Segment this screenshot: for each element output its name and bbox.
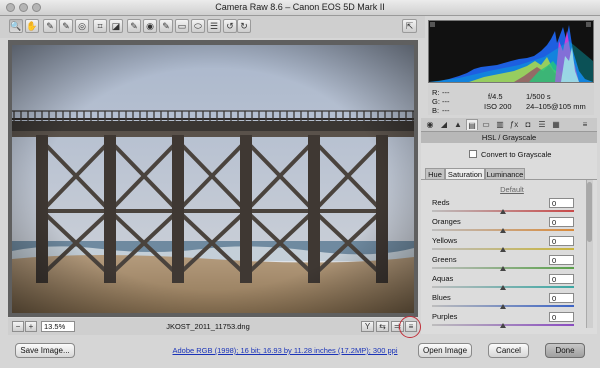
snapshots-panel-icon[interactable]: ▦ [550, 119, 562, 130]
tab-luminance[interactable]: Luminance [485, 168, 525, 179]
slider-label-oranges: Oranges [432, 217, 461, 226]
slider-thumb-reds[interactable] [500, 209, 506, 214]
panel-tabs: ◉ ◢ ▲ ▤ ▭ ▥ ƒx ◘ ☰ ▦ ≡ [421, 118, 597, 132]
b-label: B: [432, 106, 440, 115]
hsl-panel-icon[interactable]: ▤ [466, 119, 478, 130]
slider-label-purples: Purples [432, 312, 458, 321]
slider-label-blues: Blues [432, 293, 451, 302]
split-toning-panel-icon[interactable]: ▭ [480, 119, 492, 130]
filename-label: JKOST_2011_11753.dng [166, 322, 250, 331]
crop-tool-icon[interactable]: ⌗ [93, 19, 107, 33]
tone-curve-panel-icon[interactable]: ◢ [438, 119, 450, 130]
save-image-button[interactable]: Save Image... [15, 343, 75, 358]
r-value: --- [442, 88, 450, 97]
slider-label-reds: Reds [432, 198, 450, 207]
lens-value: 24–105@105 mm [526, 102, 586, 111]
tab-hue[interactable]: Hue [425, 168, 445, 179]
title-bar: Camera Raw 8.6 – Canon EOS 5D Mark II [0, 0, 600, 16]
fullscreen-toggle-icon[interactable]: ⇱ [402, 19, 417, 33]
convert-grayscale-label: Convert to Grayscale [481, 150, 552, 159]
tab-saturation[interactable]: Saturation [445, 168, 485, 179]
color-sampler-tool-icon[interactable]: ✎ [59, 19, 73, 33]
target-adjustment-tool-icon[interactable]: ◎ [75, 19, 89, 33]
slider-value-oranges[interactable]: 0 [549, 217, 574, 227]
default-link[interactable]: Default [482, 185, 542, 194]
slider-thumb-purples[interactable] [500, 323, 506, 328]
scrollbar-thumb[interactable] [587, 182, 592, 242]
slider-thumb-blues[interactable] [500, 304, 506, 309]
slider-value-greens[interactable]: 0 [549, 255, 574, 265]
zoom-level-select[interactable]: 13.5% [41, 321, 75, 332]
workflow-options-link[interactable]: Adobe RGB (1998); 16 bit; 16.93 by 11.28… [160, 346, 410, 355]
open-image-button[interactable]: Open Image [418, 343, 472, 358]
histogram [428, 20, 594, 83]
panel-menu-icon[interactable]: ≡ [579, 119, 591, 130]
adjustment-brush-icon[interactable]: ✎ [159, 19, 173, 33]
panel-title: HSL / Grayscale [421, 132, 597, 143]
white-balance-tool-icon[interactable]: ✎ [43, 19, 57, 33]
slider-thumb-greens[interactable] [500, 266, 506, 271]
panel-scrollbar[interactable] [586, 180, 593, 328]
presets-panel-icon[interactable]: ☰ [536, 119, 548, 130]
g-label: G: [432, 97, 440, 106]
r-label: R: [432, 88, 440, 97]
done-button[interactable]: Done [545, 343, 585, 358]
b-value: --- [442, 106, 450, 115]
spot-removal-tool-icon[interactable]: ✎ [127, 19, 141, 33]
toolbar: 🔍 ✋ ✎ ✎ ◎ ⌗ ◪ ✎ ◉ ✎ ▭ ⬭ ☰ ↺ ↻ ⇱ [0, 16, 425, 38]
tab-luminance-label: Luminance [486, 170, 524, 179]
lens-corrections-panel-icon[interactable]: ▥ [494, 119, 506, 130]
slider-value-yellows[interactable]: 0 [549, 236, 574, 246]
convert-grayscale-checkbox[interactable] [469, 150, 477, 158]
highlight-ring [399, 316, 421, 338]
cancel-button[interactable]: Cancel [488, 343, 529, 358]
photo-preview[interactable] [12, 45, 414, 313]
slider-value-blues[interactable]: 0 [549, 293, 574, 303]
iso-value: ISO 200 [484, 102, 512, 111]
preferences-icon[interactable]: ☰ [207, 19, 221, 33]
zoom-level-value: 13.5% [44, 322, 66, 331]
detail-panel-icon[interactable]: ▲ [452, 119, 464, 130]
hsl-panel [421, 132, 597, 334]
red-eye-tool-icon[interactable]: ◉ [143, 19, 157, 33]
radial-filter-icon[interactable]: ⬭ [191, 19, 205, 33]
camera-info: R: --- G: --- B: --- f/4.5 1/500 s ISO 2… [428, 84, 594, 115]
tab-hue-label: Hue [428, 170, 442, 179]
subtab-divider [421, 179, 597, 180]
zoom-out-icon[interactable]: − [12, 321, 24, 332]
zoom-in-icon[interactable]: + [25, 321, 37, 332]
slider-thumb-yellows[interactable] [500, 247, 506, 252]
swap-before-after-icon[interactable]: ⇆ [376, 321, 389, 332]
effects-panel-icon[interactable]: ƒx [508, 119, 520, 130]
zoom-window-button[interactable] [32, 3, 41, 12]
slider-value-aquas[interactable]: 0 [549, 274, 574, 284]
rotate-ccw-icon[interactable]: ↺ [223, 19, 237, 33]
tab-saturation-label: Saturation [447, 170, 483, 179]
slider-value-reds[interactable]: 0 [549, 198, 574, 208]
g-value: --- [442, 97, 450, 106]
minimize-window-button[interactable] [19, 3, 28, 12]
close-window-button[interactable] [6, 3, 15, 12]
straighten-tool-icon[interactable]: ◪ [109, 19, 123, 33]
basic-panel-icon[interactable]: ◉ [424, 119, 436, 130]
camera-calibration-panel-icon[interactable]: ◘ [522, 119, 534, 130]
graduated-filter-icon[interactable]: ▭ [175, 19, 189, 33]
rotate-cw-icon[interactable]: ↻ [237, 19, 251, 33]
slider-label-yellows: Yellows [432, 236, 458, 245]
slider-thumb-aquas[interactable] [500, 285, 506, 290]
slider-label-aquas: Aquas [432, 274, 454, 283]
before-after-view-icon[interactable]: Y [361, 321, 374, 332]
hand-tool-icon[interactable]: ✋ [25, 19, 39, 33]
zoom-tool-icon[interactable]: 🔍 [9, 19, 23, 33]
shutter-value: 1/500 s [526, 92, 551, 101]
window-title: Camera Raw 8.6 – Canon EOS 5D Mark II [215, 2, 385, 12]
slider-thumb-oranges[interactable] [500, 228, 506, 233]
slider-value-purples[interactable]: 0 [549, 312, 574, 322]
preview-status-bar: − + 13.5% JKOST_2011_11753.dng Y ⇆ ⇉ ≡ [8, 316, 421, 338]
slider-label-greens: Greens [432, 255, 457, 264]
aperture-value: f/4.5 [488, 92, 503, 101]
